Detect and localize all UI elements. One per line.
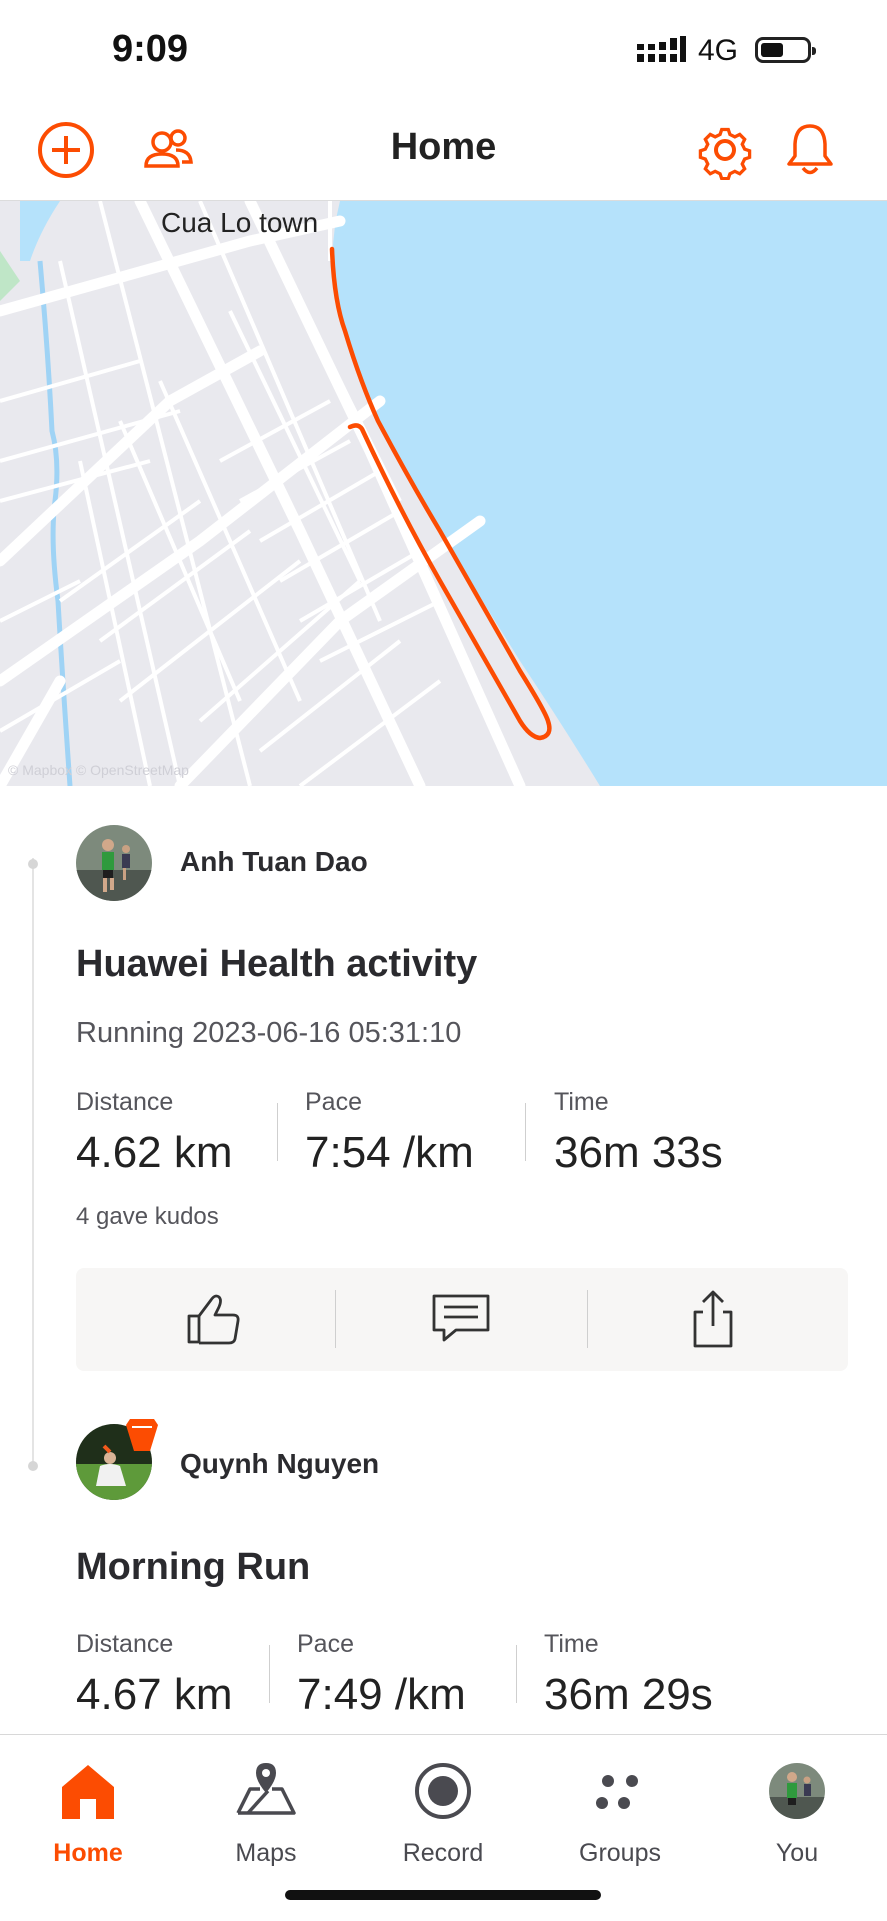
timeline-dot: [28, 1461, 38, 1471]
top-header: Home: [0, 100, 887, 201]
tab-label: Record: [373, 1839, 513, 1868]
badge-icon: [126, 1419, 158, 1453]
kudos-count[interactable]: 4 gave kudos: [76, 1203, 219, 1231]
groups-icon: [588, 1759, 652, 1823]
stat-value-pace: 7:49 /km: [297, 1670, 466, 1720]
stat-label-pace: Pace: [297, 1630, 354, 1659]
map-place-label: Cua Lo town: [161, 207, 318, 239]
stat-value-time: 36m 29s: [544, 1670, 713, 1720]
athlete-name[interactable]: Anh Tuan Dao: [180, 846, 368, 878]
activity-title[interactable]: Huawei Health activity: [76, 943, 477, 986]
stat-divider: [525, 1103, 526, 1161]
avatar: [765, 1759, 829, 1823]
map-graphic: [0, 201, 887, 786]
home-indicator[interactable]: [285, 1890, 601, 1900]
athlete-name[interactable]: Quynh Nguyen: [180, 1448, 379, 1480]
tab-home[interactable]: Home: [18, 1747, 158, 1867]
stat-value-distance: 4.62 km: [76, 1128, 233, 1178]
tab-you[interactable]: You: [727, 1747, 867, 1867]
stat-label-time: Time: [554, 1088, 609, 1117]
stat-label-distance: Distance: [76, 1088, 173, 1117]
activity-meta: Running 2023-06-16 05:31:10: [76, 1017, 461, 1050]
comment-icon[interactable]: [428, 1286, 494, 1352]
athlete-avatar[interactable]: [76, 825, 152, 901]
bell-icon[interactable]: [780, 120, 840, 180]
signal-icon: [637, 36, 687, 66]
stat-value-distance: 4.67 km: [76, 1670, 233, 1720]
timeline-dot: [28, 859, 38, 869]
status-time: 9:09: [112, 28, 188, 71]
battery-icon: [755, 37, 811, 63]
kudos-icon[interactable]: [181, 1286, 247, 1352]
record-icon: [411, 1759, 475, 1823]
map-attribution[interactable]: © Mapbox © OpenStreetMap: [8, 762, 189, 778]
activity-actions: [76, 1268, 848, 1371]
home-icon: [56, 1759, 120, 1823]
tab-maps[interactable]: Maps: [196, 1747, 336, 1867]
network-type: 4G: [698, 34, 738, 68]
gear-icon[interactable]: [695, 120, 755, 180]
status-bar: 9:09 4G: [0, 0, 887, 100]
stat-label-time: Time: [544, 1630, 599, 1659]
stat-label-distance: Distance: [76, 1630, 173, 1659]
activity-map[interactable]: Cua Lo town © Mapbox © OpenStreetMap: [0, 201, 887, 786]
stat-divider: [516, 1645, 517, 1703]
tab-record[interactable]: Record: [373, 1747, 513, 1867]
share-icon[interactable]: [681, 1286, 747, 1352]
maps-icon: [234, 1759, 298, 1823]
stat-divider: [277, 1103, 278, 1161]
activity-title[interactable]: Morning Run: [76, 1546, 310, 1589]
stat-value-pace: 7:54 /km: [305, 1128, 474, 1178]
tab-label: Groups: [550, 1839, 690, 1868]
stat-value-time: 36m 33s: [554, 1128, 723, 1178]
feed-timeline: [32, 858, 34, 1468]
stat-divider: [269, 1645, 270, 1703]
tab-groups[interactable]: Groups: [550, 1747, 690, 1867]
tab-label: Maps: [196, 1839, 336, 1868]
tab-label: You: [727, 1839, 867, 1868]
stat-label-pace: Pace: [305, 1088, 362, 1117]
tab-label: Home: [18, 1839, 158, 1868]
